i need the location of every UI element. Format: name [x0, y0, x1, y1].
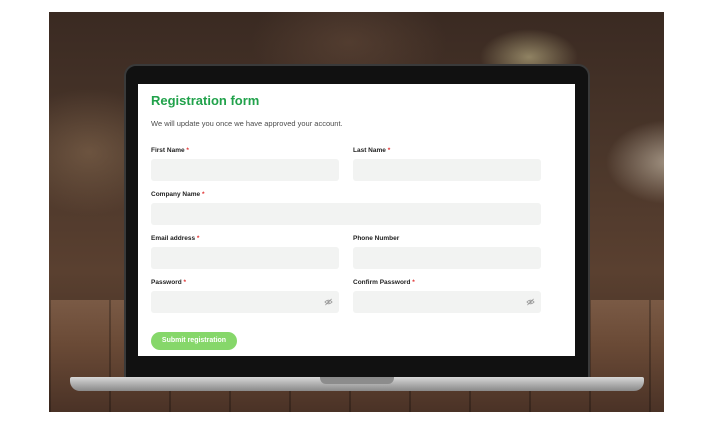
company-name-field: Company Name *	[151, 191, 541, 225]
eye-off-icon[interactable]	[526, 298, 535, 306]
email-field: Email address *	[151, 235, 339, 269]
required-mark: *	[412, 279, 415, 286]
company-name-input[interactable]	[151, 203, 541, 225]
submit-registration-button[interactable]: Submit registration	[151, 332, 237, 350]
form-subtitle: We will update you once we have approved…	[151, 119, 343, 128]
phone-label: Phone Number	[353, 235, 400, 242]
confirm-password-input[interactable]	[353, 291, 541, 313]
required-mark: *	[201, 191, 205, 198]
required-mark: *	[183, 279, 187, 286]
confirm-password-field: Confirm Password *	[353, 279, 541, 313]
email-input[interactable]	[151, 247, 339, 269]
first-name-label: First Name *	[151, 147, 189, 154]
required-mark: *	[387, 147, 391, 154]
required-mark: *	[186, 147, 189, 154]
required-mark: *	[196, 235, 200, 242]
password-input[interactable]	[151, 291, 339, 313]
confirm-password-label: Confirm Password *	[353, 279, 415, 286]
company-name-label: Company Name *	[151, 191, 205, 198]
last-name-input[interactable]	[353, 159, 541, 181]
last-name-field: Last Name *	[353, 147, 541, 181]
laptop-screen: Registration form We will update you onc…	[138, 84, 575, 356]
phone-input[interactable]	[353, 247, 541, 269]
first-name-field: First Name *	[151, 147, 339, 181]
password-label: Password *	[151, 279, 187, 286]
phone-field: Phone Number	[353, 235, 541, 269]
email-label: Email address *	[151, 235, 200, 242]
eye-off-icon[interactable]	[324, 298, 333, 306]
first-name-input[interactable]	[151, 159, 339, 181]
form-title: Registration form	[151, 93, 260, 108]
password-field: Password *	[151, 279, 339, 313]
laptop-notch	[320, 377, 394, 384]
last-name-label: Last Name *	[353, 147, 391, 154]
